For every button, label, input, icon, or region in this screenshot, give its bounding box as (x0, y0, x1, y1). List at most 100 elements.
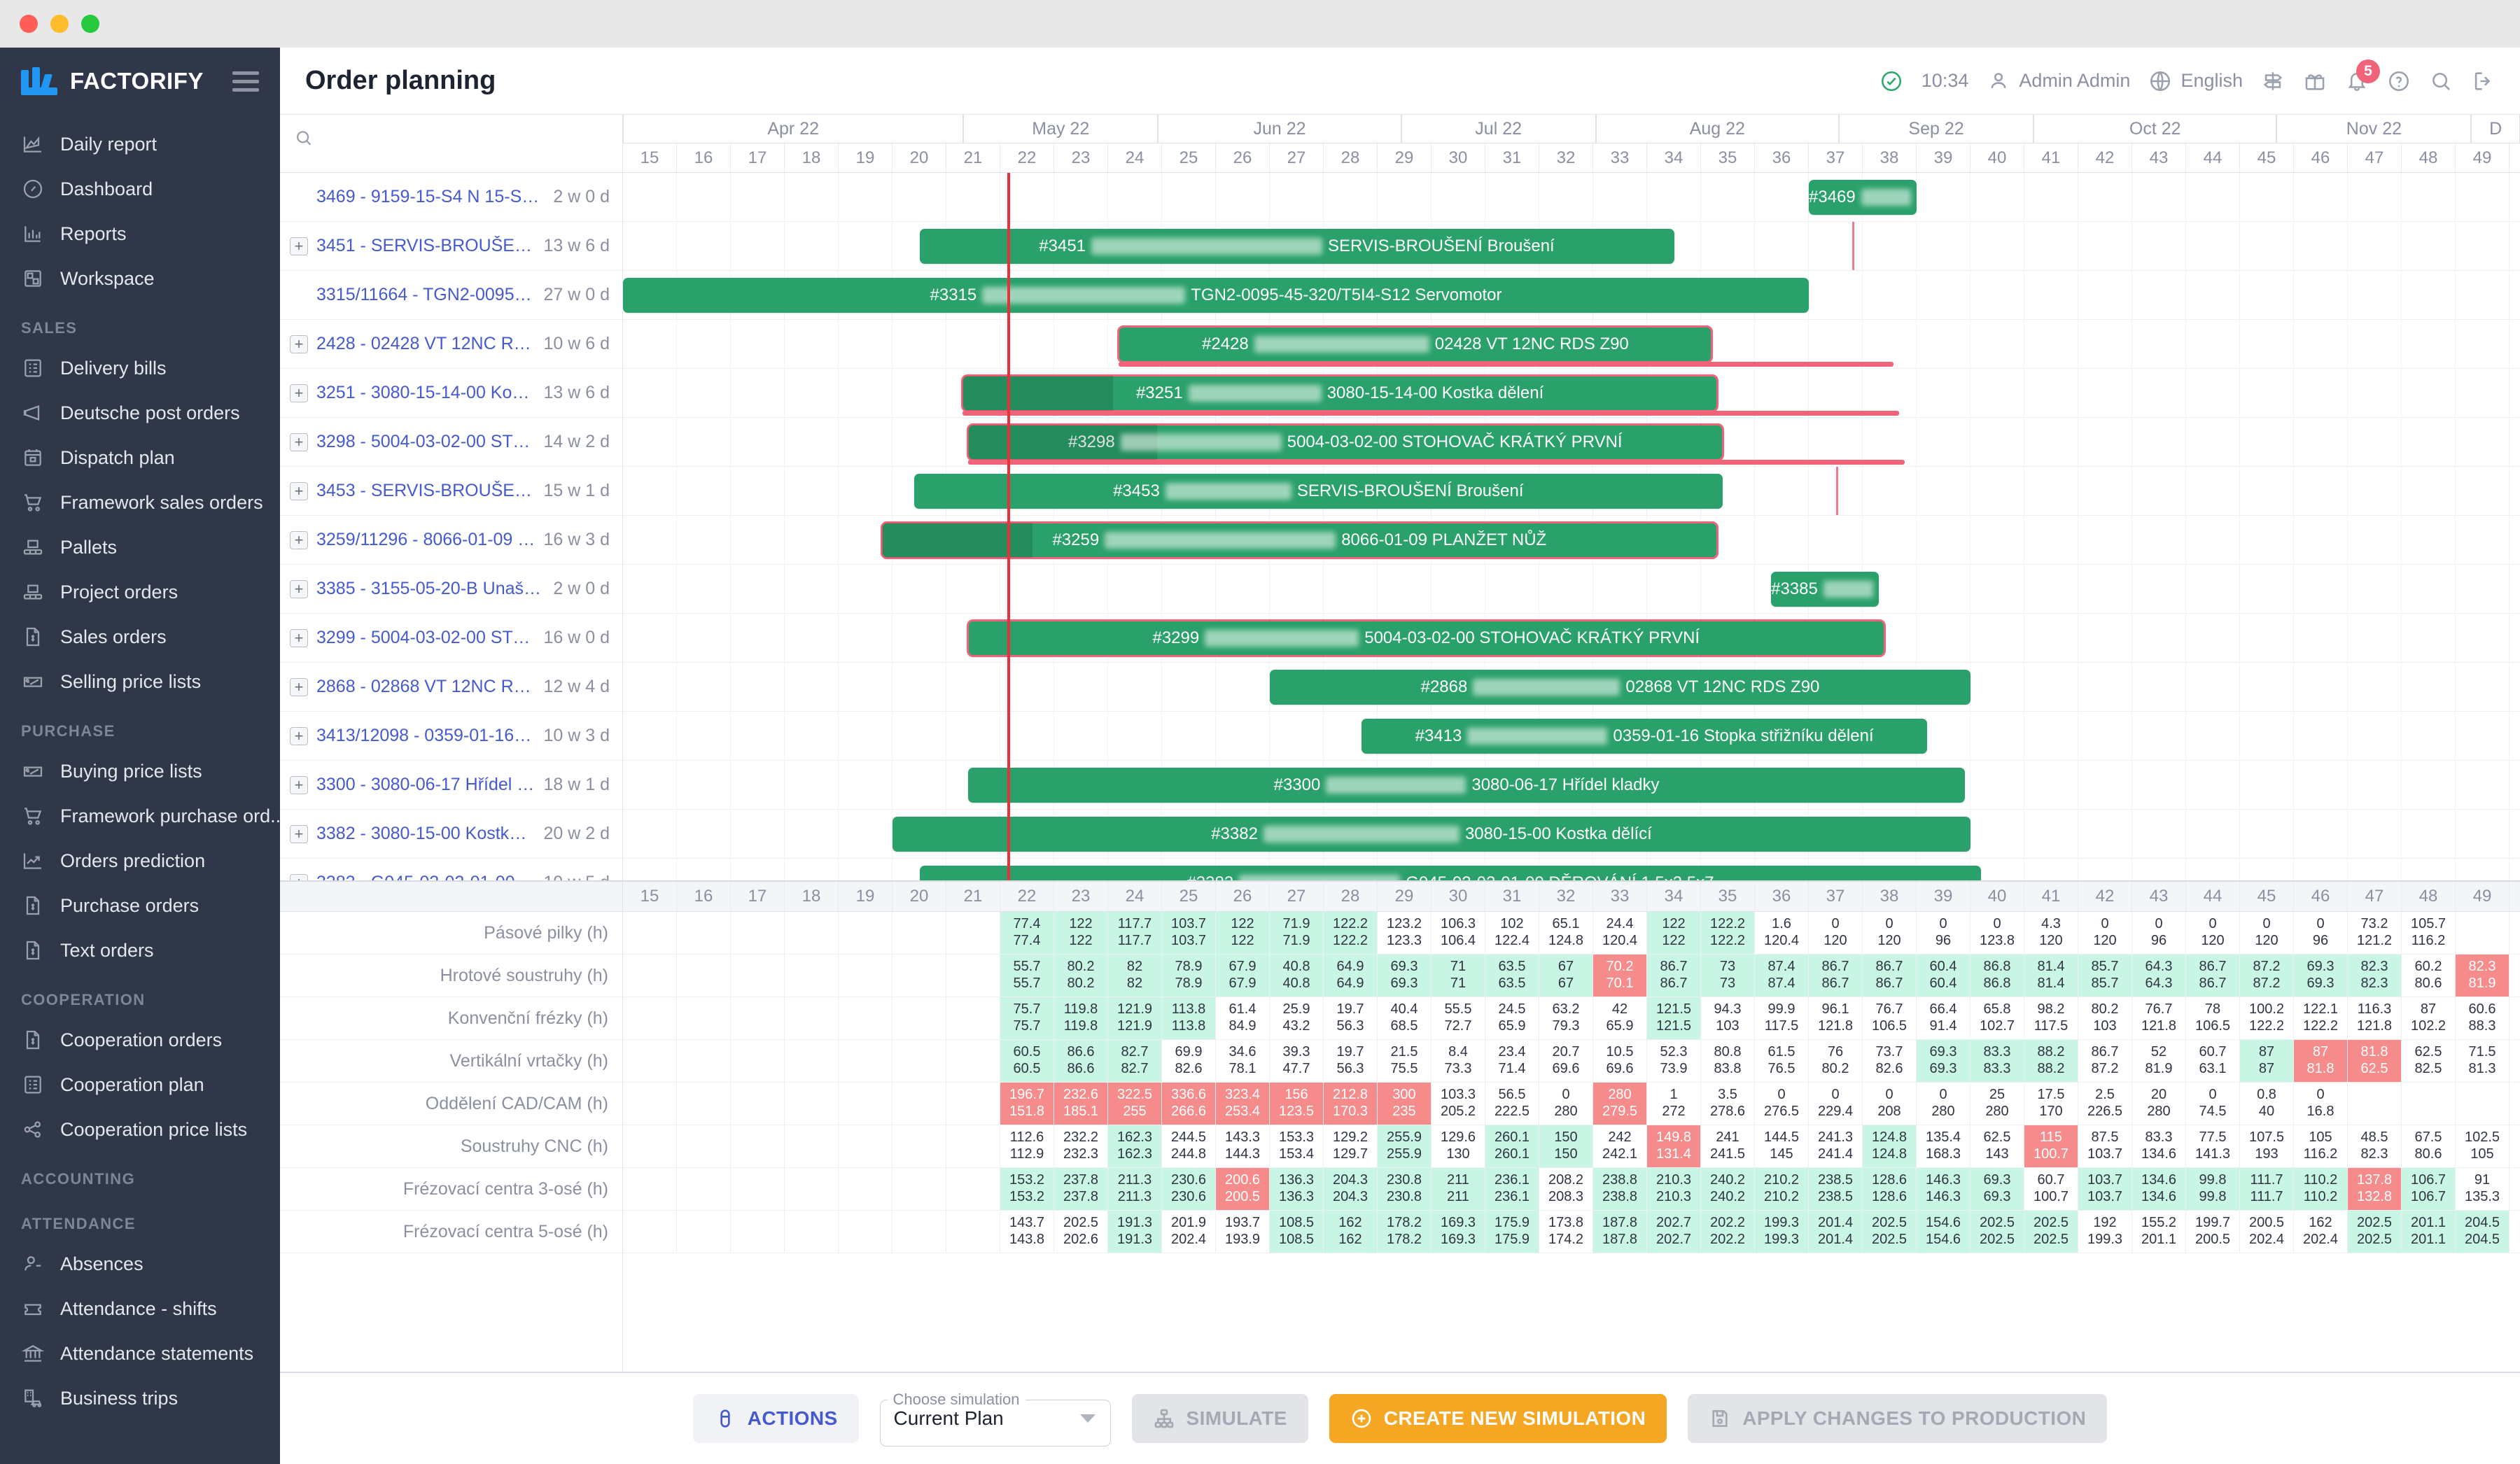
capacity-cell[interactable]: 91 135.3 (2456, 1168, 2510, 1210)
capacity-cell[interactable] (839, 1083, 892, 1125)
capacity-cell[interactable]: 87.4 87.4 (1755, 955, 1809, 997)
capacity-cell[interactable]: 60.7 100.7 (2024, 1168, 2078, 1210)
gantt-bar[interactable]: #2868 02868 VT 12NC RDS Z90 (1270, 670, 1970, 705)
expand-row-button[interactable]: + (290, 628, 308, 647)
capacity-cell[interactable]: 94.3 103 (1701, 997, 1755, 1039)
capacity-cell[interactable]: 24.4 120.4 (1593, 912, 1647, 954)
capacity-cell[interactable]: 124.8 124.8 (1863, 1125, 1917, 1167)
capacity-cell[interactable] (946, 1168, 1000, 1210)
capacity-cell[interactable]: 199.7 200.5 (2186, 1211, 2240, 1253)
gantt-bar[interactable]: #3299 5004-03-02-00 STOHOVAČ KRÁTKÝ PRVN… (966, 619, 1886, 657)
capacity-cell[interactable]: 4.3 120 (2024, 912, 2078, 954)
capacity-cell[interactable]: 1.6 120.4 (1755, 912, 1809, 954)
sidebar-item-daily-report[interactable]: Daily report (0, 122, 280, 167)
capacity-cell[interactable]: 122.1 122.2 (2294, 997, 2348, 1039)
order-name[interactable]: 3382 - 3080-15-00 Kostka dělí... (316, 824, 535, 844)
capacity-cell[interactable] (623, 1168, 677, 1210)
order-row[interactable]: +3251 - 3080-15-14-00 Kostka ... 13 w 6 d (280, 369, 622, 418)
capacity-cell[interactable]: 17.5 170 (2024, 1083, 2078, 1125)
capacity-cell[interactable]: 106.7 106.7 (2402, 1168, 2456, 1210)
simulate-button[interactable]: SIMULATE (1131, 1394, 1308, 1443)
capacity-cell[interactable]: 107.5 193 (2240, 1125, 2294, 1167)
capacity-cell[interactable]: 191.3 191.3 (1108, 1211, 1162, 1253)
capacity-cell[interactable]: 146.3 146.3 (1917, 1168, 1970, 1210)
capacity-cell[interactable]: 83.3 134.6 (2132, 1125, 2186, 1167)
capacity-cell[interactable]: 19.7 56.3 (1324, 997, 1378, 1039)
capacity-cell[interactable]: 76 80.2 (1809, 1040, 1863, 1082)
capacity-cell[interactable]: 86.7 86.7 (1809, 955, 1863, 997)
capacity-cell[interactable]: 154.6 154.6 (1917, 1211, 1970, 1253)
capacity-cell[interactable]: 99.8 99.8 (2186, 1168, 2240, 1210)
capacity-cell[interactable] (785, 1168, 839, 1210)
capacity-cell[interactable]: 322.5 255 (1108, 1083, 1162, 1125)
capacity-cell[interactable]: 67 67 (1539, 955, 1593, 997)
capacity-cell[interactable]: 112.6 112.9 (1000, 1125, 1054, 1167)
capacity-cell[interactable]: 80.2 80.2 (1054, 955, 1108, 997)
capacity-cell[interactable]: 121.9 121.9 (1108, 997, 1162, 1039)
capacity-cell[interactable]: 129.6 130 (1432, 1125, 1485, 1167)
order-name[interactable]: 3451 - SERVIS-BROUŠENÍ Bro... (316, 236, 535, 256)
capacity-cell[interactable] (623, 1211, 677, 1253)
order-name[interactable]: 3300 - 3080-06-17 Hřídel klad... (316, 775, 535, 795)
capacity-cell[interactable]: 10.5 69.6 (1593, 1040, 1647, 1082)
capacity-cell[interactable]: 0 123.8 (1970, 912, 2024, 954)
order-name[interactable]: 2868 - 02868 VT 12NC RDS Z... (316, 677, 535, 697)
sidebar-item-framework-purchase-ord[interactable]: Framework purchase ord... (0, 794, 280, 838)
capacity-cell[interactable]: 201.4 201.4 (1809, 1211, 1863, 1253)
capacity-cell[interactable]: 105.7 116.2 (2402, 912, 2456, 954)
capacity-cell[interactable]: 241 241.5 (1701, 1125, 1755, 1167)
sidebar-item-dispatch-plan[interactable]: Dispatch plan (0, 435, 280, 480)
capacity-cell[interactable] (677, 1211, 731, 1253)
capacity-cell[interactable]: 60.2 80.6 (2402, 955, 2456, 997)
capacity-cell[interactable]: 55.5 72.7 (1432, 997, 1485, 1039)
close-window-button[interactable] (20, 15, 38, 33)
capacity-cell[interactable]: 21.5 75.5 (1378, 1040, 1432, 1082)
capacity-cell[interactable]: 69.3 69.3 (2294, 955, 2348, 997)
capacity-cell[interactable]: 211 211 (1432, 1168, 1485, 1210)
capacity-cell[interactable]: 82 82 (1108, 955, 1162, 997)
capacity-cell[interactable]: 86.7 87.2 (2078, 1040, 2132, 1082)
capacity-cell[interactable]: 202.5 202.5 (2348, 1211, 2402, 1253)
capacity-cell[interactable]: 0 96 (2132, 912, 2186, 954)
expand-row-button[interactable]: + (290, 873, 308, 880)
capacity-cell[interactable]: 55.7 55.7 (1000, 955, 1054, 997)
order-row[interactable]: +2428 - 02428 VT 12NC RDS Z... 10 w 6 d (280, 320, 622, 369)
capacity-cell[interactable]: 80.8 83.8 (1701, 1040, 1755, 1082)
capacity-cell[interactable] (785, 1125, 839, 1167)
sidebar-item-pallets[interactable]: Pallets (0, 525, 280, 570)
capacity-cell[interactable]: 122.2 122.2 (1324, 912, 1378, 954)
capacity-cell[interactable]: 24.5 65.9 (1485, 997, 1539, 1039)
capacity-cell[interactable] (839, 955, 892, 997)
sidebar-item-cooperation-price-lists[interactable]: Cooperation price lists (0, 1107, 280, 1152)
order-row[interactable]: +3453 - SERVIS-BROUŠENÍ Bro... 15 w 1 d (280, 467, 622, 516)
capacity-cell[interactable]: 260.1 260.1 (1485, 1125, 1539, 1167)
capacity-cell[interactable]: 336.6 266.6 (1162, 1083, 1216, 1125)
sidebar-item-project-orders[interactable]: Project orders (0, 570, 280, 614)
capacity-cell[interactable]: 242 242.1 (1593, 1125, 1647, 1167)
sidebar-item-deutsche-post-orders[interactable]: Deutsche post orders (0, 390, 280, 435)
capacity-cell[interactable]: 122 122 (1054, 912, 1108, 954)
sidebar-item-reports[interactable]: Reports (0, 211, 280, 256)
capacity-cell[interactable]: 116.3 121.8 (2348, 997, 2402, 1039)
capacity-cell[interactable]: 129.2 129.7 (1324, 1125, 1378, 1167)
expand-row-button[interactable]: + (290, 237, 308, 255)
capacity-cell[interactable]: 73.7 82.6 (1863, 1040, 1917, 1082)
capacity-cell[interactable]: 63.5 63.5 (1485, 955, 1539, 997)
capacity-cell[interactable] (785, 912, 839, 954)
capacity-cell[interactable]: 103.7 103.7 (2078, 1168, 2132, 1210)
capacity-cell[interactable]: 106.3 106.4 (1432, 912, 1485, 954)
capacity-cell[interactable]: 238.5 238.5 (1809, 1168, 1863, 1210)
order-name[interactable]: 3299 - 5004-03-02-00 STOHO... (316, 628, 535, 648)
capacity-cell[interactable]: 143.7 143.8 (1000, 1211, 1054, 1253)
capacity-cell[interactable]: 202.5 202.5 (1970, 1211, 2024, 1253)
sidebar-item-attendance-statements[interactable]: Attendance statements (0, 1331, 280, 1376)
capacity-cell[interactable]: 60.4 60.4 (1917, 955, 1970, 997)
capacity-cell[interactable] (892, 1125, 946, 1167)
help-icon[interactable] (2387, 69, 2411, 93)
capacity-cell[interactable]: 20 280 (2132, 1083, 2186, 1125)
capacity-cell[interactable]: 61.4 84.9 (1216, 997, 1270, 1039)
sidebar-item-workspace[interactable]: Workspace (0, 256, 280, 301)
capacity-cell[interactable]: 69.9 82.6 (1162, 1040, 1216, 1082)
order-name[interactable]: 3251 - 3080-15-14-00 Kostka ... (316, 383, 535, 403)
capacity-cell[interactable]: 0 280 (1539, 1083, 1593, 1125)
